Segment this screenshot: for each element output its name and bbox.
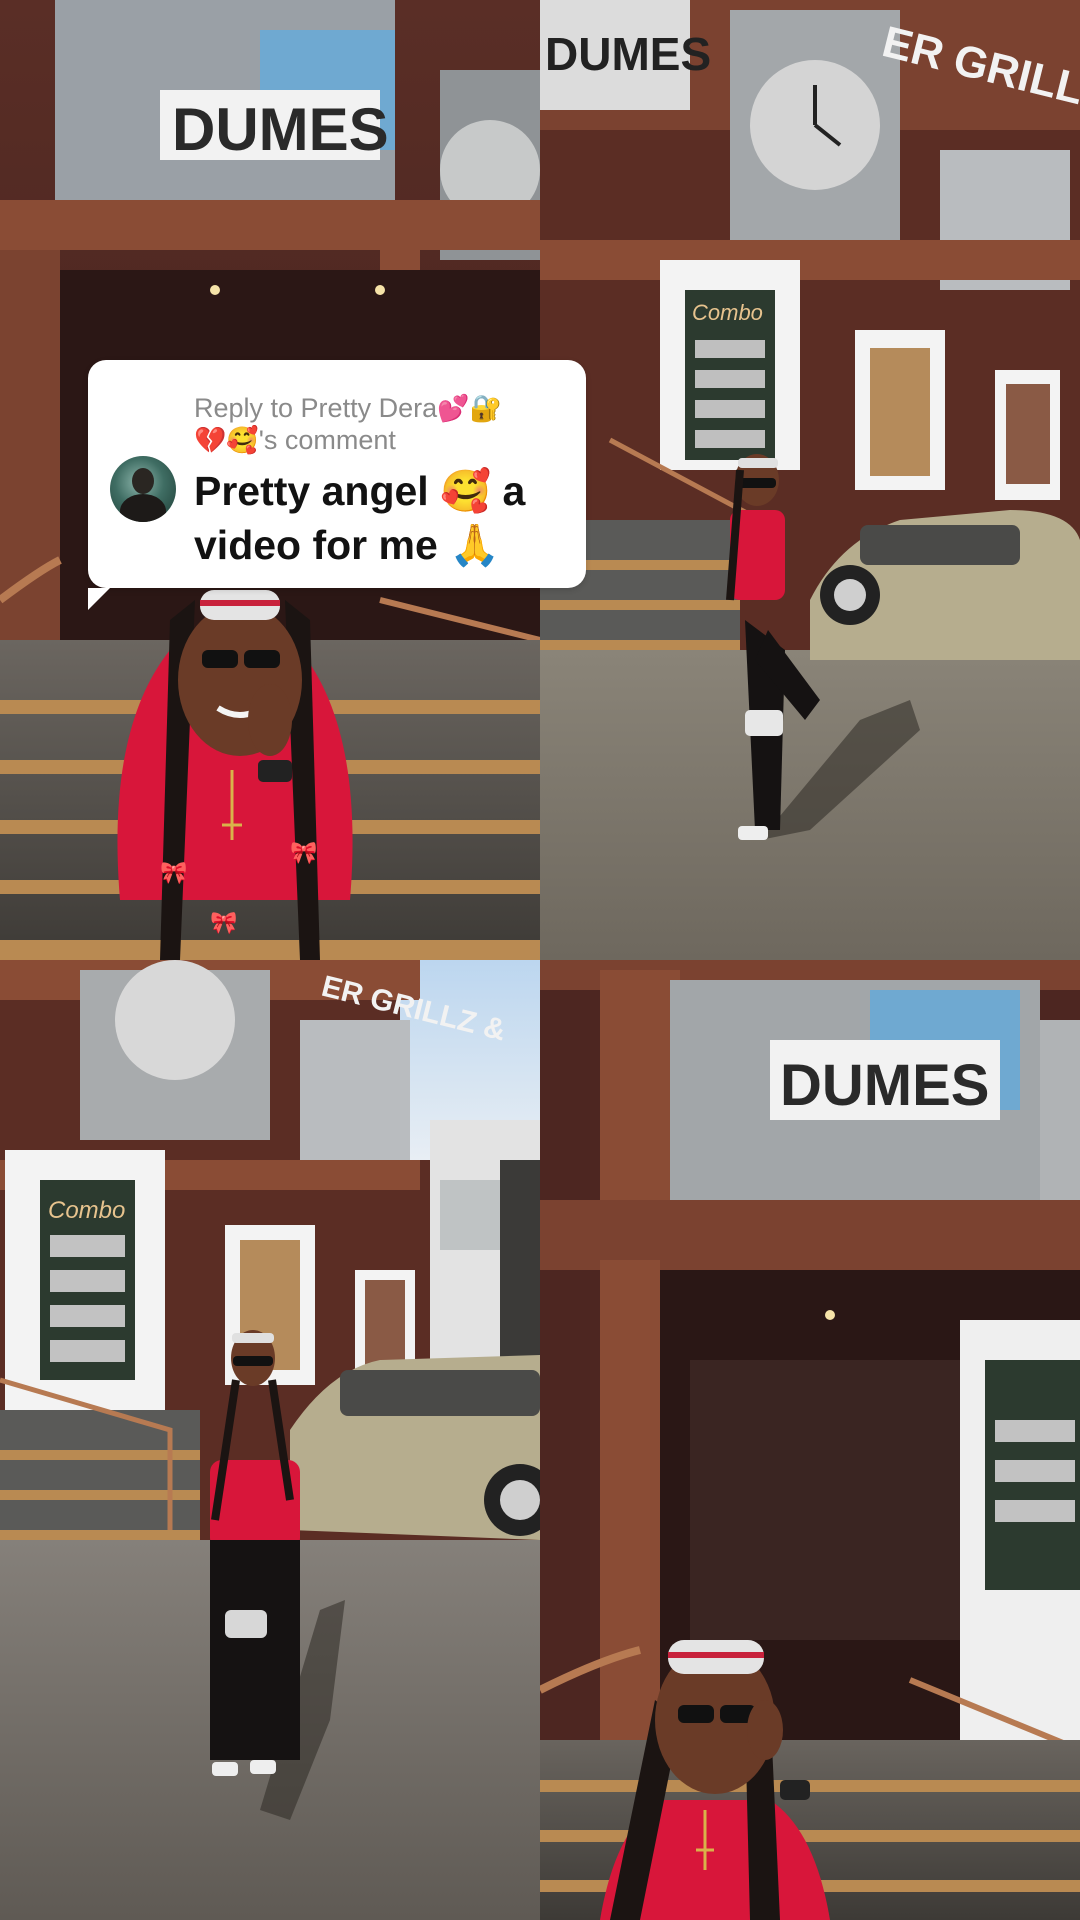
photo-top-right-scene: DUMES ER GRILLZ & Combo: [540, 0, 1080, 960]
reply-comment-card[interactable]: Reply to Pretty Dera💕🔐 💔🥰's comment Pret…: [88, 360, 586, 610]
reply-to-label: Reply to Pretty Dera💕🔐 💔🥰's comment: [194, 392, 564, 456]
sign-dumes-text: DUMES: [172, 96, 389, 163]
commenter-avatar[interactable]: [110, 456, 176, 522]
reply-comment-text: Pretty angel 🥰 a video for me 🙏: [194, 464, 574, 572]
avatar-head: [132, 468, 154, 494]
reply-line2-emojis: 💔🥰: [194, 425, 259, 455]
video-frame[interactable]: DUMES 🎀 🎀 🎀 DUMES ER GRILLZ Combo ER GRI…: [0, 0, 1080, 1920]
photo-bottom-right: DUMES: [540, 960, 1080, 1920]
smiling-hearts-emoji: 🥰: [440, 468, 492, 514]
poster-title: Combo: [692, 300, 763, 325]
photo-collage: DUMES 🎀 🎀 🎀 DUMES ER GRILLZ Combo ER GRI…: [0, 0, 1080, 1920]
svg-text:🎀: 🎀: [210, 910, 237, 935]
sign-dumes-text-2: DUMES: [545, 28, 711, 80]
reply-suffix: 's comment: [258, 425, 396, 455]
svg-text:🎀: 🎀: [160, 860, 187, 885]
photo-bottom-right-scene: DUMES: [540, 960, 1080, 1920]
poster-title-2: Combo: [48, 1197, 125, 1224]
reply-text-part1: Pretty angel: [194, 468, 441, 514]
photo-bottom-left: ER GRILLZ & Combo: [0, 960, 540, 1920]
photo-top-right: DUMES ER GRILLZ & Combo: [540, 0, 1080, 960]
folded-hands-emoji: 🙏: [449, 522, 501, 568]
svg-text:🎀: 🎀: [290, 840, 317, 865]
reply-prefix: Reply to Pretty Dera: [194, 393, 438, 423]
sign-dumes-text-3: DUMES: [780, 1053, 989, 1118]
avatar-shoulders: [120, 494, 166, 522]
reply-name-emojis: 💕🔐: [437, 393, 502, 423]
photo-bottom-left-scene: ER GRILLZ & Combo: [0, 960, 540, 1920]
